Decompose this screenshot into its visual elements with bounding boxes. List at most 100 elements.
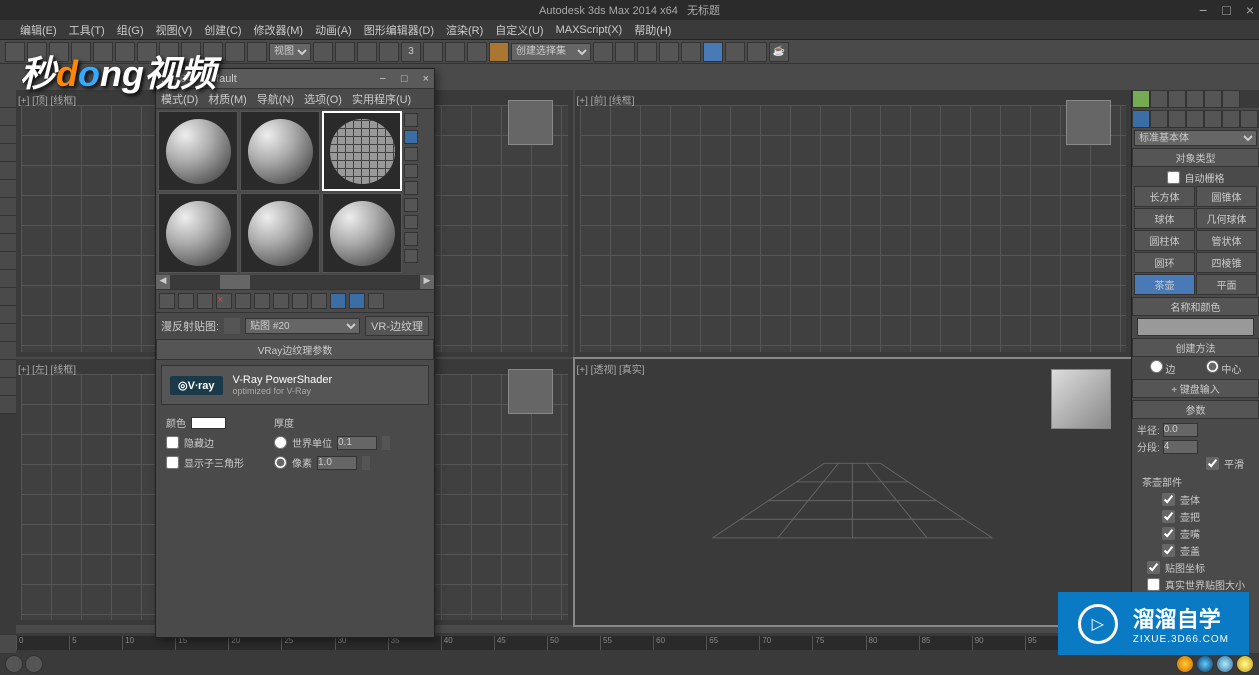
- close-button[interactable]: ×: [1246, 2, 1254, 18]
- material-slot[interactable]: [158, 193, 238, 273]
- menu-help[interactable]: 帮助(H): [634, 22, 671, 38]
- viewport-label[interactable]: [+] [前] [线框]: [577, 92, 635, 107]
- tool-icon[interactable]: [0, 198, 16, 216]
- me-menu-options[interactable]: 选项(O): [304, 91, 342, 107]
- spinner-snap-icon[interactable]: [467, 42, 487, 62]
- script-icon[interactable]: [5, 655, 23, 673]
- rollout-header[interactable]: VRay边纹理参数: [156, 339, 434, 360]
- spacewarps-icon[interactable]: [1222, 110, 1240, 128]
- selection-set-dropdown[interactable]: 创建选择集: [511, 43, 591, 61]
- tool-icon[interactable]: [0, 126, 16, 144]
- hidden-edges-checkbox[interactable]: [166, 436, 179, 449]
- motion-tab-icon[interactable]: [1186, 90, 1204, 108]
- realworld-checkbox[interactable]: [1147, 578, 1160, 591]
- radius-input[interactable]: [1163, 423, 1198, 437]
- material-slot-selected[interactable]: [322, 111, 402, 191]
- copy-icon[interactable]: [235, 293, 251, 309]
- pick-icon[interactable]: [224, 318, 240, 334]
- menu-views[interactable]: 视图(V): [156, 22, 193, 38]
- tool-icon[interactable]: [0, 324, 16, 342]
- percent-snap-icon[interactable]: [445, 42, 465, 62]
- sample-type-icon[interactable]: [404, 113, 418, 127]
- material-editor-icon[interactable]: [703, 42, 723, 62]
- mat-id-icon[interactable]: [292, 293, 308, 309]
- tool-icon[interactable]: [0, 342, 16, 360]
- menu-edit[interactable]: 编辑(E): [20, 22, 57, 38]
- reset-icon[interactable]: ×: [216, 293, 232, 309]
- spinner-icon[interactable]: [382, 436, 390, 450]
- segments-input[interactable]: [1163, 440, 1198, 454]
- keyboard-header[interactable]: + 键盘输入: [1132, 379, 1259, 398]
- menu-modifiers[interactable]: 修改器(M): [254, 22, 304, 38]
- teapot-button[interactable]: 茶壶: [1134, 274, 1195, 295]
- curve-editor-icon[interactable]: [659, 42, 679, 62]
- scroll-left-icon[interactable]: ◀: [156, 275, 170, 289]
- viewport-perspective[interactable]: [+] [透视] [真实]: [575, 359, 1132, 626]
- tool-icon[interactable]: [0, 144, 16, 162]
- go-forward-icon[interactable]: [368, 293, 384, 309]
- light-icon[interactable]: [1236, 655, 1254, 673]
- viewcube-icon[interactable]: [508, 100, 553, 145]
- utilities-tab-icon[interactable]: [1222, 90, 1240, 108]
- box-button[interactable]: 长方体: [1134, 186, 1195, 207]
- scale-icon[interactable]: [357, 42, 377, 62]
- pixels-input[interactable]: [317, 456, 357, 470]
- sample-uv-icon[interactable]: [404, 164, 418, 178]
- render-frame-icon[interactable]: [747, 42, 767, 62]
- select-icon[interactable]: [225, 42, 245, 62]
- shapes-icon[interactable]: [1150, 110, 1168, 128]
- tool-icon[interactable]: [0, 216, 16, 234]
- listener-icon[interactable]: [25, 655, 43, 673]
- edit-selection-icon[interactable]: [489, 42, 509, 62]
- tool-icon[interactable]: [0, 378, 16, 396]
- show-end-icon[interactable]: [330, 293, 346, 309]
- map-name-dropdown[interactable]: 贴图 #20: [245, 318, 360, 334]
- display-tab-icon[interactable]: [1204, 90, 1222, 108]
- material-slots-scrollbar[interactable]: ◀ ▶: [156, 275, 434, 289]
- spinner-icon[interactable]: [362, 456, 370, 470]
- world-units-radio[interactable]: [274, 436, 287, 449]
- tool-icon[interactable]: [0, 396, 16, 414]
- menu-rendering[interactable]: 渲染(R): [446, 22, 483, 38]
- category-dropdown[interactable]: 标准基本体: [1134, 130, 1257, 146]
- params-header[interactable]: 参数: [1132, 400, 1259, 419]
- menu-tools[interactable]: 工具(T): [69, 22, 105, 38]
- layer-icon[interactable]: [637, 42, 657, 62]
- pixels-radio[interactable]: [274, 456, 287, 469]
- world-units-input[interactable]: [337, 436, 377, 450]
- tool-icon[interactable]: [0, 108, 16, 126]
- tool-icon[interactable]: [0, 306, 16, 324]
- rotate-icon[interactable]: [335, 42, 355, 62]
- snap-icon[interactable]: 3: [401, 42, 421, 62]
- backlight-icon[interactable]: [404, 130, 418, 144]
- tool-icon[interactable]: [0, 252, 16, 270]
- render-icon[interactable]: ☕: [769, 42, 789, 62]
- viewport-label[interactable]: [+] [左] [线框]: [18, 361, 76, 376]
- options-icon[interactable]: [404, 215, 418, 229]
- pyramid-button[interactable]: 四棱锥: [1196, 252, 1257, 273]
- cone-button[interactable]: 圆锥体: [1196, 186, 1257, 207]
- viewcube-icon[interactable]: [1066, 100, 1111, 145]
- me-menu-utilities[interactable]: 实用程序(U): [352, 91, 411, 107]
- select-by-mat-icon[interactable]: [404, 232, 418, 246]
- create-tab-icon[interactable]: [1132, 90, 1150, 108]
- me-menu-navigation[interactable]: 导航(N): [257, 91, 294, 107]
- make-preview-icon[interactable]: [404, 198, 418, 212]
- plane-button[interactable]: 平面: [1196, 274, 1257, 295]
- body-checkbox[interactable]: [1162, 493, 1175, 506]
- handle-checkbox[interactable]: [1162, 510, 1175, 523]
- lid-checkbox[interactable]: [1162, 544, 1175, 557]
- material-slot[interactable]: [240, 193, 320, 273]
- tool-icon[interactable]: [247, 42, 267, 62]
- cylinder-button[interactable]: 圆柱体: [1134, 230, 1195, 251]
- menu-customize[interactable]: 自定义(U): [495, 22, 543, 38]
- menu-maxscript[interactable]: MAXScript(X): [556, 24, 623, 36]
- tool-icon[interactable]: [0, 360, 16, 378]
- torus-button[interactable]: 圆环: [1134, 252, 1195, 273]
- background-icon[interactable]: [404, 147, 418, 161]
- menu-animation[interactable]: 动画(A): [315, 22, 352, 38]
- viewcube-icon[interactable]: [508, 369, 553, 414]
- edge-radio[interactable]: [1150, 360, 1163, 373]
- minimize-button[interactable]: −: [1199, 2, 1207, 18]
- maximize-button[interactable]: □: [401, 73, 408, 85]
